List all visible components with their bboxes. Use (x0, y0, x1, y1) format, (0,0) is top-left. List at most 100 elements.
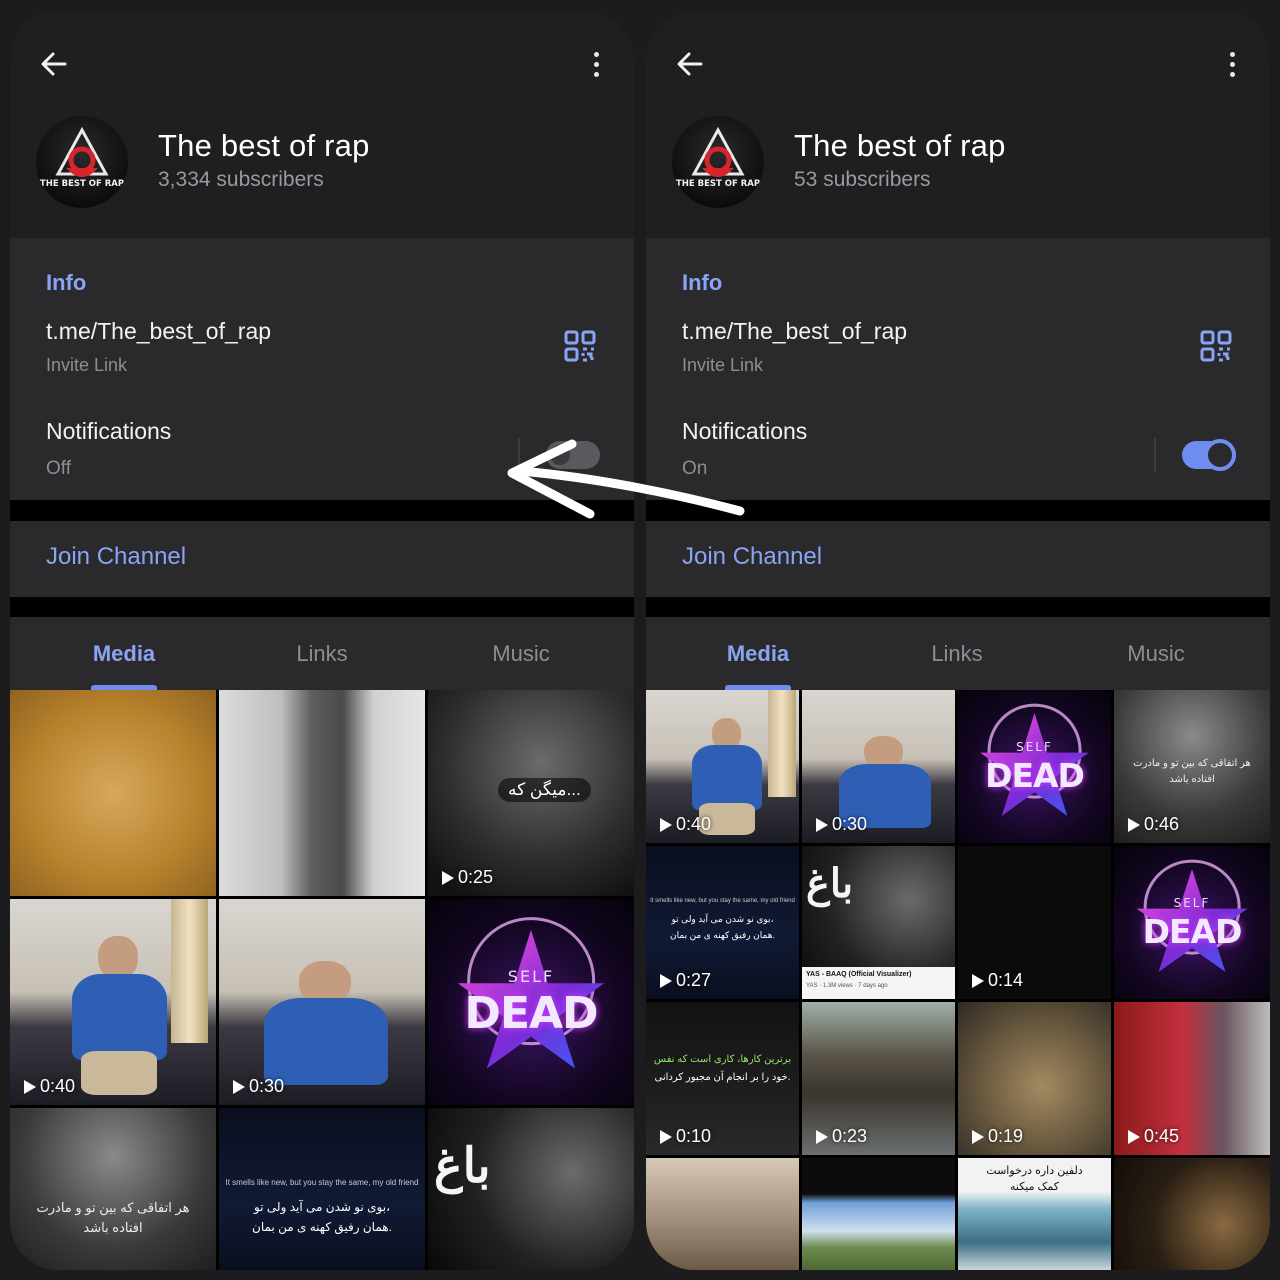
thumbnail-caption: DEAD (464, 987, 598, 1039)
media-thumbnail[interactable] (1114, 1158, 1270, 1270)
info-section: Info t.me/The_best_of_rap Invite Link No… (10, 238, 634, 500)
qr-code-button[interactable] (1200, 330, 1232, 362)
back-button[interactable] (36, 46, 72, 82)
media-thumbnail[interactable]: SELF DEAD (428, 899, 634, 1105)
channel-avatar[interactable]: THE BEST OF RAP (36, 116, 128, 208)
tab-links[interactable]: Links (857, 641, 1057, 667)
media-thumbnail[interactable]: باغ YAS - BAAQ (Official Visualizer) YAS… (802, 846, 955, 999)
media-thumbnail[interactable]: 0:40 (10, 899, 216, 1105)
channel-logo: THE BEST OF RAP (676, 126, 760, 189)
notifications-state: Off (46, 458, 71, 479)
media-tabs: Media Links Music (10, 617, 634, 690)
thumbnail-caption: افتاده باشد (83, 1220, 143, 1235)
join-section: Join Channel (646, 521, 1270, 597)
pillar (768, 690, 796, 798)
media-thumbnail[interactable]: 0:30 (802, 690, 955, 843)
play-icon (972, 1129, 984, 1144)
thumbnail-caption: DEAD (1142, 911, 1243, 951)
tab-music[interactable]: Music (421, 641, 621, 667)
notifications-label: Notifications (46, 418, 172, 444)
thumbnail-caption: SELF (1173, 896, 1211, 911)
channel-header: THE BEST OF RAP The best of rap 53 subsc… (646, 10, 1270, 238)
notifications-toggle[interactable] (546, 441, 600, 469)
media-thumbnail[interactable] (802, 1158, 955, 1270)
dot-icon (1229, 51, 1235, 57)
video-duration: 0:27 (660, 970, 711, 991)
media-thumbnail[interactable] (219, 690, 425, 896)
play-icon (816, 1129, 828, 1144)
media-thumbnail[interactable]: 0:40 (646, 690, 799, 843)
divider (518, 438, 520, 472)
media-thumbnail[interactable]: 0:23 (802, 1002, 955, 1155)
video-duration: 0:19 (972, 1126, 1023, 1147)
person (691, 717, 763, 836)
video-meta: YAS · 1.3M views · 7 days ago (806, 983, 888, 989)
media-thumbnail[interactable]: 0:14 (958, 846, 1111, 999)
notifications-toggle[interactable] (1182, 439, 1236, 471)
video-duration: 0:46 (1128, 814, 1179, 835)
thumbnail-caption: برترین کارها، کاری است که نفس (653, 1054, 792, 1065)
notifications-label: Notifications (682, 418, 808, 444)
tab-music[interactable]: Music (1056, 641, 1256, 667)
play-icon (972, 973, 984, 988)
media-thumbnail[interactable]: 0:19 (958, 1002, 1111, 1155)
video-duration: 0:14 (972, 970, 1023, 991)
dot-icon (1229, 71, 1235, 77)
thumbnail-caption: SELF (507, 966, 555, 986)
svg-text:THE BEST OF RAP: THE BEST OF RAP (676, 179, 760, 189)
divider (1154, 438, 1156, 472)
tab-media[interactable]: Media (24, 641, 224, 667)
tab-links[interactable]: Links (222, 641, 422, 667)
play-icon (660, 973, 672, 988)
media-thumbnail[interactable]: 0:45 (1114, 1002, 1270, 1155)
qr-code-button[interactable] (564, 330, 596, 362)
video-duration: 0:45 (1128, 1126, 1179, 1147)
media-thumbnail[interactable]: میگن که... 0:25 (428, 690, 634, 896)
media-thumbnail[interactable]: It smells like new, but you stay the sam… (646, 846, 799, 999)
play-icon (24, 1079, 36, 1094)
media-thumbnail[interactable]: هر اتفاقی که بین تو و مادرت افتاده باشد … (1114, 690, 1270, 843)
media-thumbnail[interactable]: دلفین داره درخواست کمک میکنه (958, 1158, 1111, 1270)
thumbnail-caption: همان رفیق کهنه ی من بمان. (252, 1220, 392, 1234)
video-duration: 0:10 (660, 1126, 711, 1147)
back-button[interactable] (672, 46, 708, 82)
thumbnail-caption: SELF (1016, 740, 1053, 755)
media-thumbnail[interactable]: هر اتفاقی که بین تو و مادرت افتاده باشد (10, 1108, 216, 1270)
thumbnail-caption: بوی نو شدن می آید ولی تو، (254, 1200, 390, 1214)
join-channel-button[interactable]: Join Channel (682, 543, 822, 571)
thumbnail-caption: هر اتفاقی که بین تو و مادرت (1133, 758, 1251, 769)
media-thumbnail[interactable] (646, 1158, 799, 1270)
more-options-button[interactable] (1214, 46, 1250, 82)
info-title: Info (46, 270, 87, 295)
video-duration: 0:25 (442, 867, 493, 888)
thumbnail-caption: It smells like new, but you stay the sam… (225, 1178, 419, 1187)
more-options-button[interactable] (578, 46, 614, 82)
invite-link[interactable]: t.me/The_best_of_rap (46, 318, 271, 345)
video-duration: 0:30 (233, 1076, 284, 1097)
thumbnail-caption: DEAD (985, 755, 1085, 795)
join-channel-button[interactable]: Join Channel (46, 543, 186, 571)
thumbnail-caption: باغ (806, 860, 854, 907)
media-thumbnail[interactable]: SELF DEAD (1114, 846, 1270, 999)
notifications-state: On (682, 458, 708, 479)
tab-media[interactable]: Media (658, 641, 858, 667)
video-duration: 0:40 (660, 814, 711, 835)
play-icon (442, 870, 454, 885)
media-thumbnail[interactable] (10, 690, 216, 896)
pillar (170, 899, 208, 1044)
thumbnail-caption: همان رفیق کهنه ی من بمان. (670, 930, 775, 940)
play-icon (1128, 817, 1140, 832)
media-thumbnail[interactable]: It smells like new, but you stay the sam… (219, 1108, 425, 1270)
media-thumbnail[interactable]: SELF DEAD (958, 690, 1111, 843)
info-title: Info (682, 270, 723, 295)
media-thumbnail[interactable]: باغ (428, 1108, 634, 1270)
svg-text:THE BEST OF RAP: THE BEST OF RAP (40, 179, 124, 189)
media-thumbnail[interactable]: 0:30 (219, 899, 425, 1105)
thumbnail-caption: It smells like new, but you stay the sam… (650, 898, 795, 904)
subscriber-count: 3,334 subscribers (158, 168, 324, 191)
channel-avatar[interactable]: THE BEST OF RAP (672, 116, 764, 208)
invite-link-label: Invite Link (682, 355, 764, 375)
invite-link[interactable]: t.me/The_best_of_rap (682, 318, 907, 345)
media-thumbnail[interactable]: برترین کارها، کاری است که نفس خود را بر … (646, 1002, 799, 1155)
arrow-left-icon (41, 52, 67, 76)
